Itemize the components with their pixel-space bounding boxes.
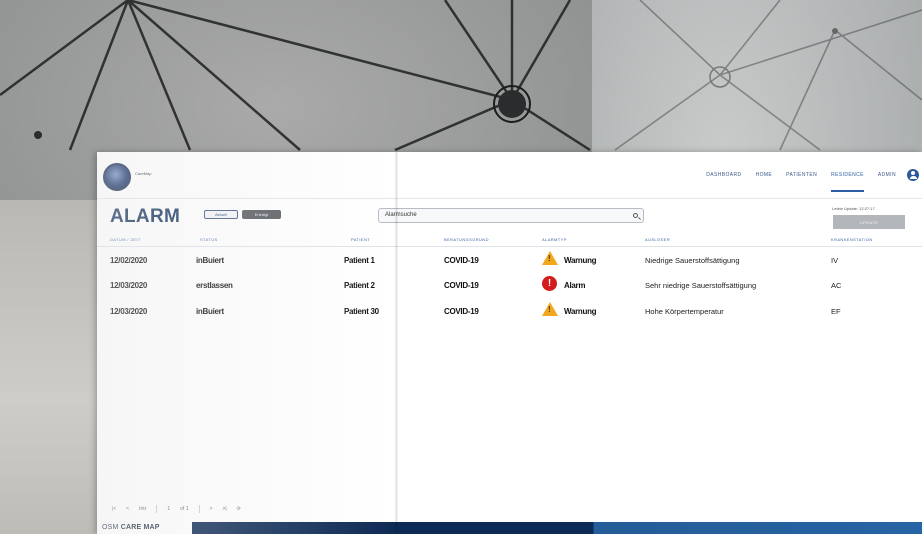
logo-text: CareMap	[135, 171, 152, 176]
cell-alarm-type: Warnung	[564, 256, 597, 265]
search-placeholder: Alarmsuche	[385, 212, 417, 218]
footer: OSM CARE MAP	[97, 522, 922, 534]
cell-station: AC	[831, 281, 842, 290]
alarm-search-input[interactable]: Alarmsuche	[378, 208, 644, 223]
footer-brand-prefix: OSM	[102, 524, 119, 531]
cell-status: erstlassen	[196, 281, 233, 290]
warning-icon	[542, 251, 558, 265]
cell-status: inBuiert	[196, 256, 224, 265]
filter-erledigt-button[interactable]: Erledigt	[242, 210, 281, 219]
cell-alarm-type: Alarm	[564, 281, 586, 290]
warning-icon	[542, 302, 558, 316]
page-number-input[interactable]: 1	[167, 506, 170, 512]
footer-color-bar	[192, 522, 922, 534]
app-window: CareMap DASHBOARD HOME PATIENTEN RESIDEN…	[97, 152, 922, 534]
footer-brand: OSM CARE MAP	[102, 524, 160, 531]
table-header: DATUM / ZEIT STATUS PATIENT BERATUNGSGRU…	[97, 233, 922, 247]
cell-alarm-type: Warnung	[564, 307, 597, 316]
pager-divider	[198, 505, 200, 513]
cell-trigger: Sehr niedrige Sauerstoffsättigung	[645, 281, 757, 290]
alarm-filter-group: Aktuell Erledigt	[204, 210, 281, 219]
pager-divider	[156, 505, 158, 513]
column-header-status[interactable]: STATUS	[200, 237, 218, 242]
nav-residence[interactable]: RESIDENCE	[831, 172, 864, 192]
last-update-label: Letzte Update: 12:27:17	[832, 206, 875, 211]
cell-date: 12/03/2020	[110, 307, 148, 316]
cell-reason: COVID-19	[444, 281, 479, 290]
page-count-label: of 1	[180, 506, 189, 512]
cell-station: IV	[831, 256, 839, 265]
nav-admin[interactable]: ADMIN	[878, 172, 896, 192]
column-header-ausloeser[interactable]: AUSLÖSER	[645, 237, 670, 242]
pagination: |< < Intr 1 of 1 > >| ⟳	[97, 501, 922, 517]
app-logo-icon[interactable]	[103, 163, 131, 191]
cell-patient: Patient 30	[344, 307, 379, 316]
cell-trigger: Hohe Körpertemperatur	[645, 307, 724, 316]
search-icon[interactable]	[633, 213, 638, 218]
column-header-patient[interactable]: PATIENT	[351, 237, 370, 242]
cell-station: EF	[831, 307, 841, 316]
column-header-alarmtyp[interactable]: ALARMTYP	[542, 237, 567, 242]
page-title: ALARM	[110, 206, 181, 227]
last-page-button[interactable]: >|	[222, 506, 226, 512]
cell-reason: COVID-19	[444, 256, 479, 265]
column-header-datum[interactable]: DATUM / ZEIT	[110, 237, 141, 242]
cell-trigger: Niedrige Sauerstoffsättigung	[645, 256, 740, 265]
next-page-button[interactable]: >	[210, 506, 213, 512]
table-row[interactable]: 12/03/2020 erstlassen Patient 2 COVID-19…	[97, 273, 922, 299]
footer-brand-name: CARE MAP	[120, 524, 160, 531]
nav-patienten[interactable]: PATIENTEN	[786, 172, 817, 192]
refresh-icon[interactable]: ⟳	[237, 506, 241, 512]
first-page-button[interactable]: |<	[112, 506, 116, 512]
column-header-beratungsgrund[interactable]: BERATUNGSGRUND	[444, 237, 489, 242]
cell-reason: COVID-19	[444, 307, 479, 316]
cell-status: inBuiert	[196, 307, 224, 316]
table-row[interactable]: 12/03/2020 inBuiert Patient 30 COVID-19 …	[97, 299, 922, 325]
top-navigation-bar: CareMap DASHBOARD HOME PATIENTEN RESIDEN…	[97, 152, 922, 199]
column-header-krankenstation[interactable]: KRANKENSTATION	[831, 237, 873, 242]
cell-date: 12/02/2020	[110, 256, 148, 265]
cell-patient: Patient 1	[344, 256, 375, 265]
update-button[interactable]: UPDATE	[833, 215, 905, 229]
prev-page-button[interactable]: <	[126, 506, 129, 512]
table-row[interactable]: 12/02/2020 inBuiert Patient 1 COVID-19 W…	[97, 248, 922, 274]
page-size-select[interactable]: Intr	[139, 506, 146, 512]
alarm-icon: !	[542, 276, 557, 291]
nav-home[interactable]: HOME	[756, 172, 773, 192]
filter-aktuell-button[interactable]: Aktuell	[204, 210, 238, 219]
nav-dashboard[interactable]: DASHBOARD	[706, 172, 741, 192]
user-account-icon[interactable]	[907, 169, 919, 181]
cell-date: 12/03/2020	[110, 281, 148, 290]
cell-patient: Patient 2	[344, 281, 375, 290]
main-nav: DASHBOARD HOME PATIENTEN RESIDENCE ADMIN	[706, 172, 896, 192]
